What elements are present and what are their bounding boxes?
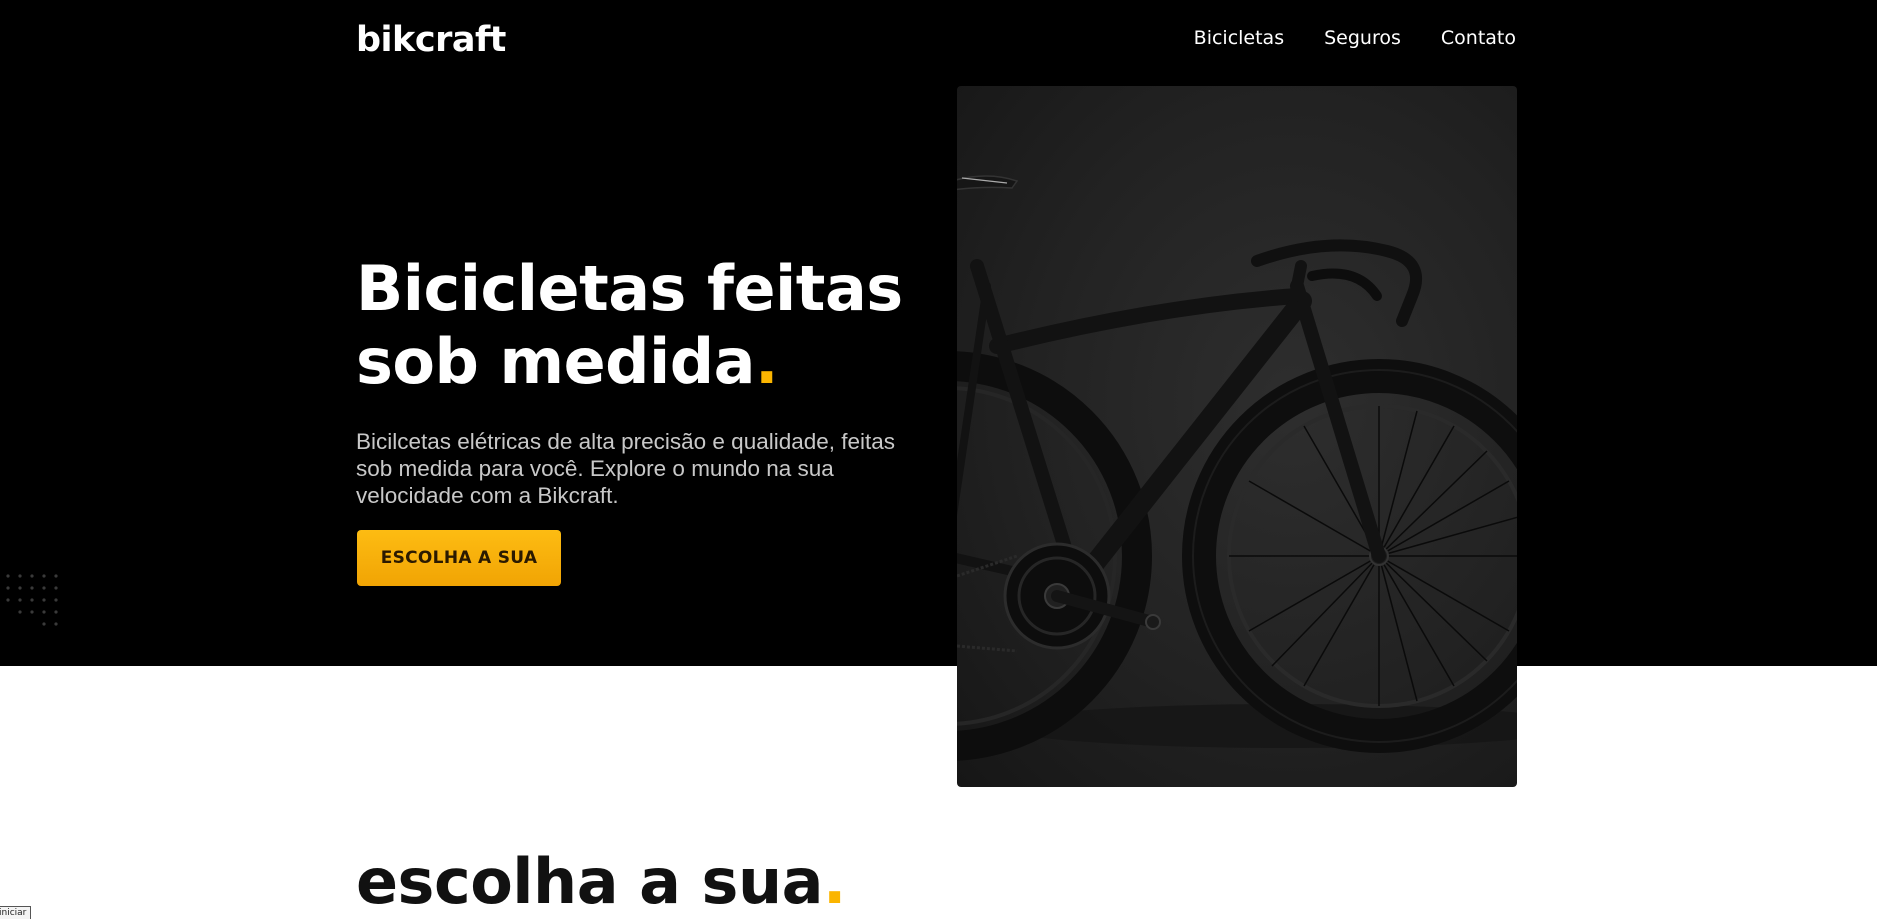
site-logo[interactable]: bikcraft [356, 18, 506, 62]
section-title-text: escolha a sua [356, 845, 823, 918]
hero-title-line1: Bicicletas feitas [356, 252, 903, 325]
section-title: escolha a sua. [356, 842, 846, 919]
dot-grid-icon [6, 574, 58, 626]
section-title-dot: . [822, 845, 847, 918]
hero-description: Bicilcetas elétricas de alta precisão e … [356, 429, 896, 508]
hero-title-dot: . [754, 325, 779, 398]
nav-link-seguros[interactable]: Seguros [1324, 24, 1401, 52]
hero-bike-image [957, 86, 1517, 787]
choose-yours-button[interactable]: ESCOLHA A SUA [357, 530, 561, 586]
hero-background [0, 0, 1877, 666]
hero-title: Bicicletas feitas sob medida. [356, 252, 916, 398]
start-tag[interactable]: iniciar [0, 906, 32, 919]
nav-link-bicicletas[interactable]: Bicicletas [1194, 24, 1284, 52]
nav-link-contato[interactable]: Contato [1441, 24, 1516, 52]
main-nav: Bicicletas Seguros Contato [1194, 24, 1516, 52]
site-header: bikcraft Bicicletas Seguros Contato [0, 0, 1877, 80]
hero-title-line2: sob medida [356, 325, 755, 398]
